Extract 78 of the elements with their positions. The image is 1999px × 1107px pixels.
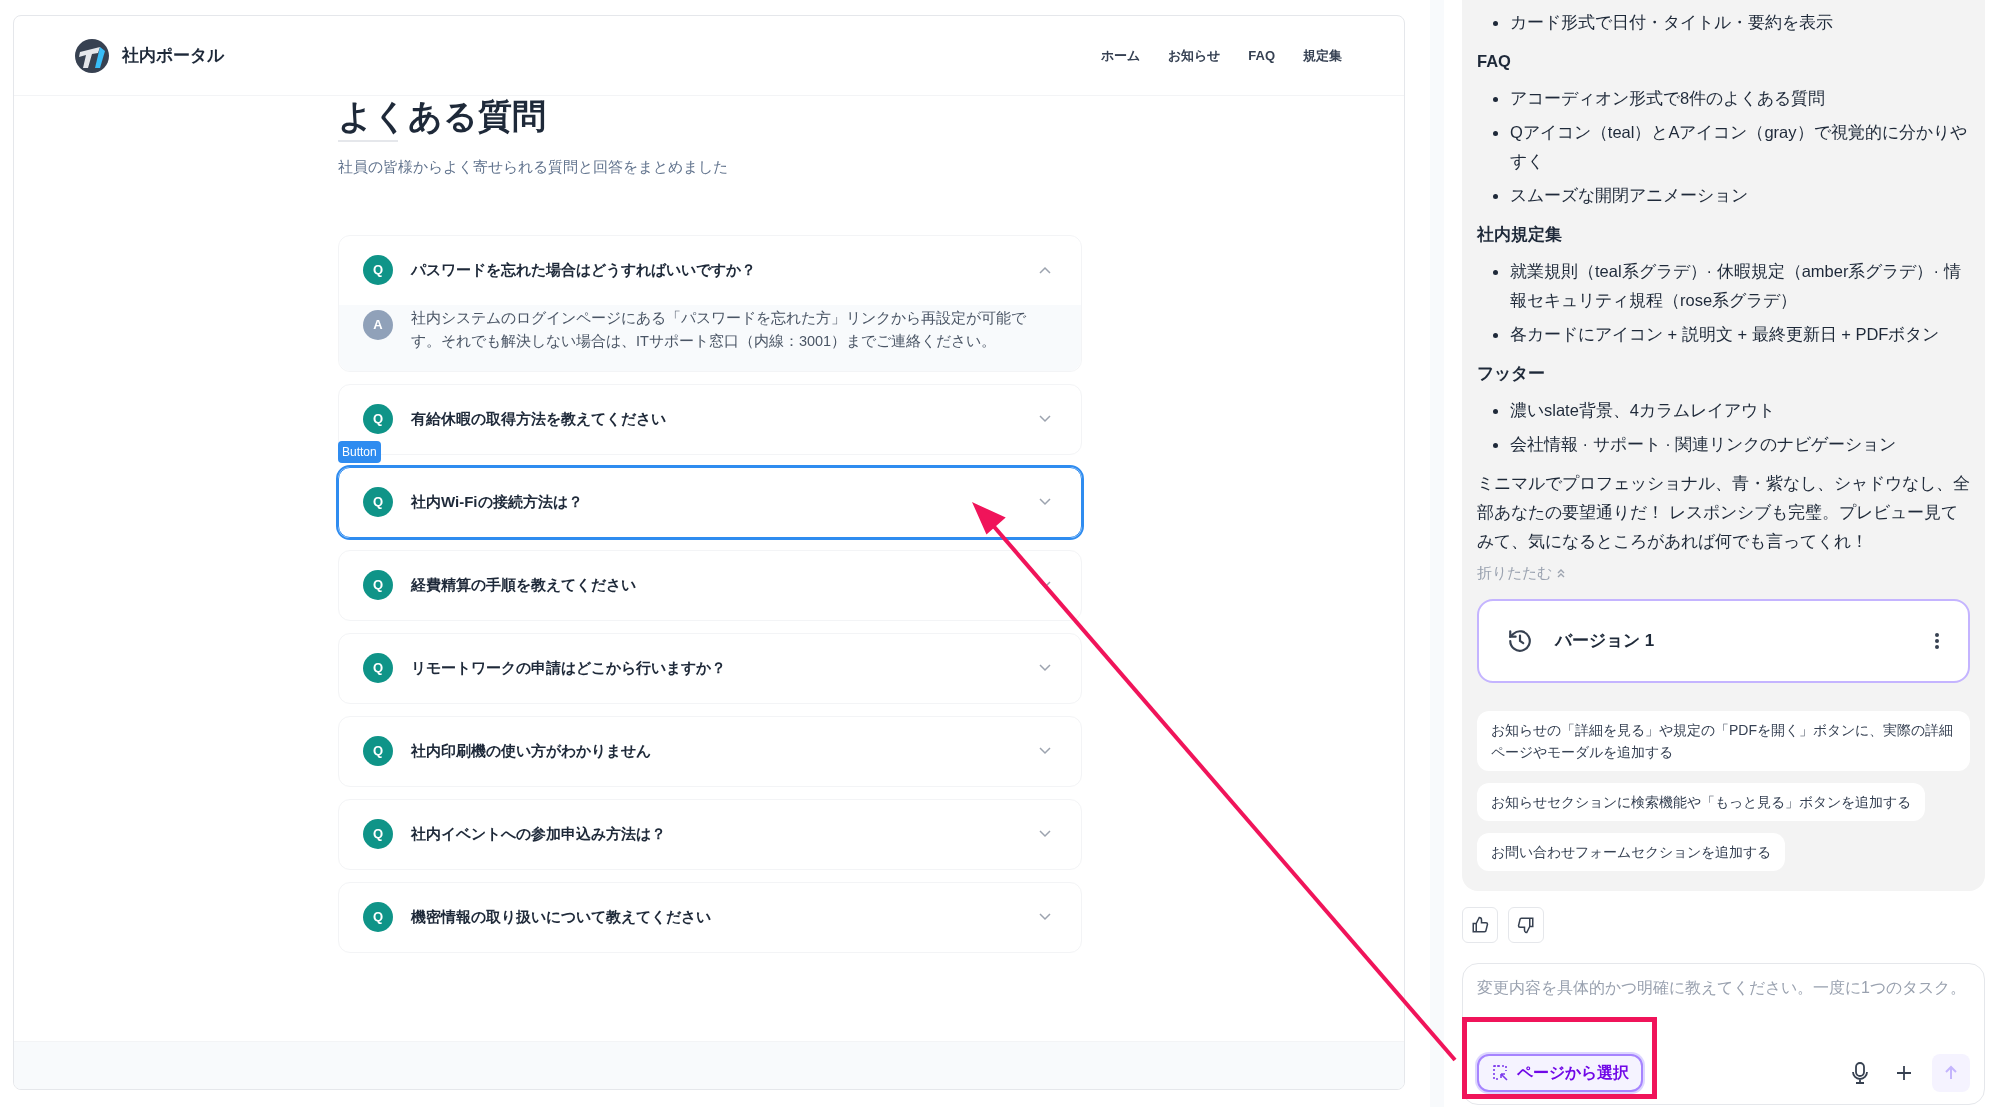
question-badge: Q (363, 736, 393, 766)
section-heading: FAQ (1477, 51, 1512, 72)
bullet-icon (1493, 409, 1498, 414)
faq-item[interactable]: Q リモートワークの申請はどこから行いますか？ (338, 632, 1082, 704)
message-text: ミニマルでプロフェッショナル、青・紫なし、シャドウなし、全部あなたの要望通りだ！ レスポンシブも完璧。プレビュー見てみて、気になるところがあれば何でも言ってくれ！ (1477, 473, 1970, 552)
section-heading: 社内規定集 (1477, 224, 1563, 245)
logo-icon (74, 37, 110, 74)
faq-item[interactable]: Q 経費精算の手順を教えてください (338, 549, 1082, 621)
chevron-down-icon (1039, 747, 1051, 755)
question-text: 社内印刷機の使い方がわかりません (411, 740, 651, 761)
bullet-text: カード形式で日付・タイトル・要約を表示 (1510, 13, 1833, 31)
question-text: リモートワークの申請はどこから行いますか？ (411, 657, 726, 678)
question-badge: Q (363, 487, 393, 517)
nav-link[interactable]: FAQ (1248, 45, 1275, 66)
bullet-text: 会社情報 · サポート · 関連リンクのナビゲーション (1510, 435, 1897, 453)
bullet-text: アコーディオン形式で8件のよくある質問 (1510, 89, 1826, 107)
bullet-text: Qアイコン（teal）とAアイコン（gray）で視覚的に分かりやすく (1510, 123, 1967, 170)
bullet-icon (1493, 21, 1498, 26)
double-chevron-up-icon (1556, 568, 1566, 579)
nav-link[interactable]: お知らせ (1168, 45, 1221, 66)
arrow-up-icon (1943, 1064, 1959, 1081)
chevron-down-icon (1039, 913, 1051, 921)
bullet-icon (1493, 443, 1498, 448)
suggestion-chip[interactable]: お知らせセクションに検索機能や「もっと見る」ボタンを追加する (1477, 782, 1925, 821)
question-badge: Q (363, 570, 393, 600)
faq-item[interactable]: Q 機密情報の取り扱いについて教えてください (338, 881, 1082, 953)
thumbs-up-button[interactable] (1462, 906, 1498, 943)
answer-badge: A (363, 309, 393, 340)
chat-input-box[interactable]: 変更内容を具体的かつ明確に教えてください。一度に1つのタスク。 ページから選択 (1462, 962, 1985, 1105)
faq-item[interactable]: Q 社内印刷機の使い方がわかりません (338, 715, 1082, 787)
page-subtitle: 社員の皆様からよく寄せられる質問と回答をまとめました (338, 157, 729, 177)
bullet-icon (1493, 194, 1498, 199)
answer-text: 社内システムのログインページにある「パスワードを忘れた方」リンクから再設定が可能です。それでも解決しない場合は、ITサポート窓口（内線：3001）までご連絡ください。 (411, 308, 1027, 351)
chevron-down-icon (1039, 415, 1051, 423)
suggestion-chip[interactable]: お知らせの「詳細を見る」や規定の「PDFを開く」ボタンに、実際の詳細ページやモーダルを追加する (1477, 710, 1970, 771)
section-heading: フッター (1477, 363, 1546, 384)
bullet-text: 就業規則（teal系グラデ）· 休暇規定（amber系グラデ）· 情報セキュリティ規程（rose系グラデ） (1510, 262, 1961, 309)
question-text: 経費精算の手順を教えてください (411, 574, 636, 595)
question-text: パスワードを忘れた場合はどうすればいいですか？ (411, 259, 756, 280)
select-cursor-icon (1491, 1063, 1509, 1082)
plus-icon[interactable] (1896, 1064, 1912, 1081)
faq-item[interactable]: Q パスワードを忘れた場合はどうすればいいですか？ A 社内システムのログインページにある「パスワードを忘れた方」リンクから再設定が可能です。それでも解決しない場合は、ITサポート窓口（内線：3001）までご連絡ください。 (338, 234, 1082, 372)
question-text: 機密情報の取り扱いについて教えてください (411, 906, 711, 927)
element-tag: Button (338, 440, 381, 463)
brand-name: 社内ポータル (122, 44, 224, 67)
thumbs-down-icon (1517, 915, 1535, 934)
faq-item[interactable]: Q 社内イベントへの参加申込み方法は？ (338, 798, 1082, 870)
question-text: 社内イベントへの参加申込み方法は？ (411, 823, 666, 844)
bullet-icon (1493, 97, 1498, 102)
thumbs-down-button[interactable] (1508, 906, 1544, 943)
chevron-up-icon (1039, 266, 1051, 274)
bullet-text: スムーズな開閉アニメーション (1510, 186, 1748, 204)
more-icon[interactable] (1934, 631, 1940, 650)
bullet-icon (1493, 270, 1498, 275)
thumbs-up-icon (1471, 915, 1489, 934)
suggestion-chip[interactable]: お問い合わせフォームセクションを追加する (1477, 832, 1785, 871)
question-text: 社内Wi-Fiの接続方法は？ (411, 491, 583, 512)
chevron-down-icon (1039, 664, 1051, 672)
page-title: よくある質問 (338, 96, 547, 136)
nav-link[interactable]: ホーム (1101, 45, 1141, 66)
history-icon (1507, 627, 1533, 654)
chevron-down-icon (1039, 830, 1051, 838)
chat-input[interactable]: 変更内容を具体的かつ明確に教えてください。一度に1つのタスク。 (1477, 973, 1970, 1036)
question-badge: Q (363, 902, 393, 932)
bullet-text: 濃いslate背景、4カラムレイアウト (1510, 401, 1776, 419)
version-card[interactable]: バージョン 1 (1477, 598, 1970, 683)
microphone-icon[interactable] (1852, 1061, 1868, 1084)
question-badge: Q (363, 255, 393, 285)
nav-link[interactable]: 規定集 (1303, 45, 1342, 66)
question-badge: Q (363, 653, 393, 683)
select-from-page-button[interactable]: ページから選択 (1477, 1053, 1643, 1092)
question-badge: Q (363, 819, 393, 849)
bullet-icon (1493, 131, 1498, 136)
bullet-icon (1493, 333, 1498, 338)
bullet-text: 各カードにアイコン + 説明文 + 最終更新日 + PDFボタン (1510, 325, 1940, 343)
question-badge: Q (363, 404, 393, 434)
chevron-down-icon (1039, 498, 1051, 506)
question-text: 有給休暇の取得方法を教えてください (411, 408, 666, 429)
